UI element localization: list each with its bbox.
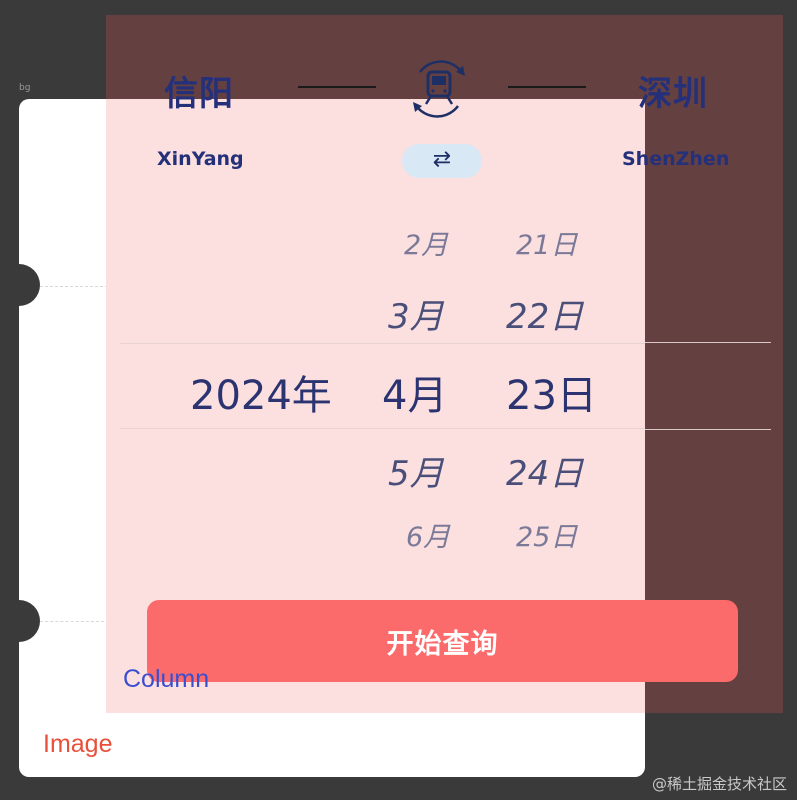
column-label: Column bbox=[123, 665, 210, 693]
picker-day-item[interactable]: 25日 bbox=[516, 515, 577, 554]
notch-left-top bbox=[0, 264, 40, 306]
picker-day-item[interactable]: 22日 bbox=[506, 289, 583, 338]
picker-day-item[interactable]: 24日 bbox=[506, 446, 583, 495]
from-city[interactable]: 信阳 bbox=[164, 66, 234, 115]
picker-month-item[interactable]: 6月 bbox=[406, 515, 450, 554]
to-city-pinyin: ShenZhen bbox=[622, 148, 730, 170]
to-city[interactable]: 深圳 bbox=[638, 66, 708, 115]
notch-left-bottom bbox=[0, 600, 40, 642]
bg-label: bg bbox=[19, 83, 31, 93]
picker-day-item[interactable]: 23日 bbox=[506, 363, 597, 421]
picker-day-item[interactable]: 21日 bbox=[516, 223, 577, 262]
picker-band-bottom bbox=[120, 428, 645, 429]
picker-month-item[interactable]: 4月 bbox=[382, 363, 447, 421]
swap-button[interactable]: ⇄ bbox=[402, 144, 482, 178]
start-query-button[interactable]: 开始查询 bbox=[147, 600, 738, 682]
swap-icon: ⇄ bbox=[432, 147, 452, 172]
picker-band-top-dark bbox=[645, 342, 771, 343]
to-line bbox=[508, 86, 586, 88]
picker-band-bottom-dark bbox=[645, 429, 771, 430]
picker-band-top bbox=[120, 343, 645, 344]
picker-year[interactable]: 2024年 bbox=[190, 363, 332, 421]
from-line bbox=[298, 86, 376, 88]
from-city-pinyin: XinYang bbox=[157, 148, 244, 170]
watermark: @稀土掘金技术社区 bbox=[651, 775, 787, 793]
train-icon bbox=[413, 60, 465, 118]
image-label: Image bbox=[43, 730, 113, 758]
picker-month-item[interactable]: 2月 bbox=[404, 223, 448, 262]
picker-month-item[interactable]: 3月 bbox=[388, 289, 444, 338]
picker-month-item[interactable]: 5月 bbox=[388, 446, 444, 495]
